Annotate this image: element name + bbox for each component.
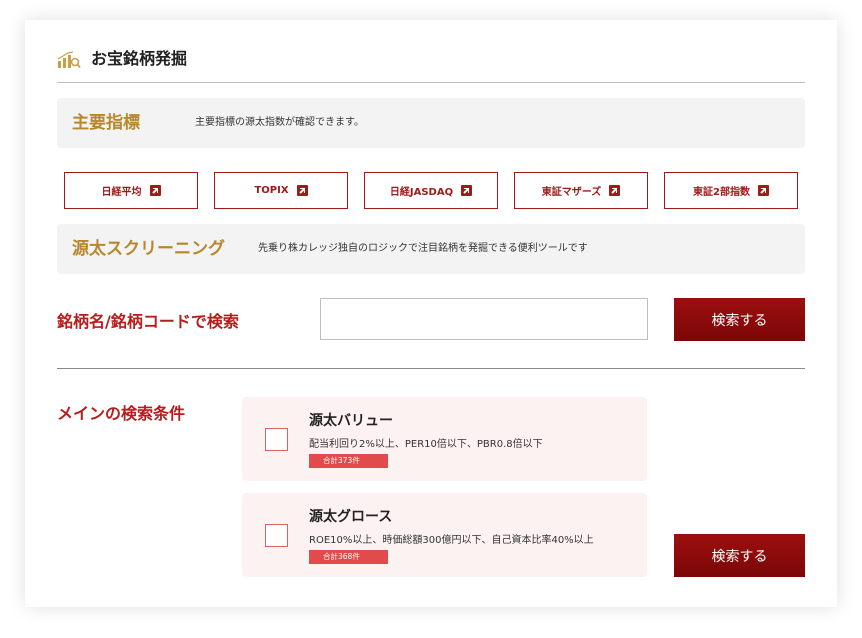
condition-description: ROE10%以上、時価総額300億円以下、自己資本比率40%以上 [309,535,594,546]
index-button-label: TOPIX [254,185,289,196]
condition-genta-growth[interactable]: 源太グロース ROE10%以上、時価総額300億円以下、自己資本比率40%以上 … [242,493,647,577]
screening-title: 源太スクリーニング [72,239,225,259]
external-link-icon [461,185,473,196]
page-title: お宝銘柄発掘 [91,49,188,68]
condition-checkbox[interactable] [265,524,288,547]
index-button-label: 日経JASDAQ [389,187,454,198]
indices-band: 主要指標 主要指標の源太指数が確認できます。 [57,98,805,148]
main-conditions-label: メインの検索条件 [57,404,186,423]
condition-search-button[interactable]: 検索する [674,534,805,577]
external-link-icon [609,185,621,196]
section-divider [57,368,805,369]
condition-checkbox[interactable] [265,428,288,451]
indices-title: 主要指標 [72,113,140,133]
index-button-label: 東証2部指数 [693,187,750,198]
external-link-icon [296,185,308,196]
chart-search-icon [57,51,81,69]
search-button[interactable]: 検索する [674,298,805,341]
search-label: 銘柄名/銘柄コードで検索 [57,312,239,331]
condition-description: 配当利回り2%以上、PER10倍以下、PBR0.8倍以下 [309,439,543,450]
screening-band: 源太スクリーニング 先乗り株カレッジ独自のロジックで注目銘柄を発掘できる便利ツー… [57,224,805,274]
condition-count-badge: 合計368件 [309,550,388,564]
index-button-label: 東証マザーズ [541,187,602,198]
condition-name: 源太グロース [309,509,393,525]
search-input[interactable] [320,298,648,340]
indices-description: 主要指標の源太指数が確認できます。 [195,117,364,128]
external-link-icon [757,185,769,196]
condition-count-badge: 合計373件 [309,454,388,468]
external-link-icon [149,185,161,196]
screening-card: お宝銘柄発掘 主要指標 主要指標の源太指数が確認できます。 日経平均 TOPIX… [25,20,837,607]
index-button-jasdaq[interactable]: 日経JASDAQ [364,172,498,209]
condition-genta-value[interactable]: 源太バリュー 配当利回り2%以上、PER10倍以下、PBR0.8倍以下 合計37… [242,397,647,481]
index-button-label: 日経平均 [101,187,142,198]
index-button-nikkei[interactable]: 日経平均 [64,172,198,209]
page-header: お宝銘柄発掘 [57,48,805,83]
screening-description: 先乗り株カレッジ独自のロジックで注目銘柄を発掘できる便利ツールです [258,243,588,254]
index-button-mothers[interactable]: 東証マザーズ [514,172,648,209]
condition-name: 源太バリュー [309,413,393,429]
index-button-tse2[interactable]: 東証2部指数 [664,172,798,209]
index-button-topix[interactable]: TOPIX [214,172,348,209]
